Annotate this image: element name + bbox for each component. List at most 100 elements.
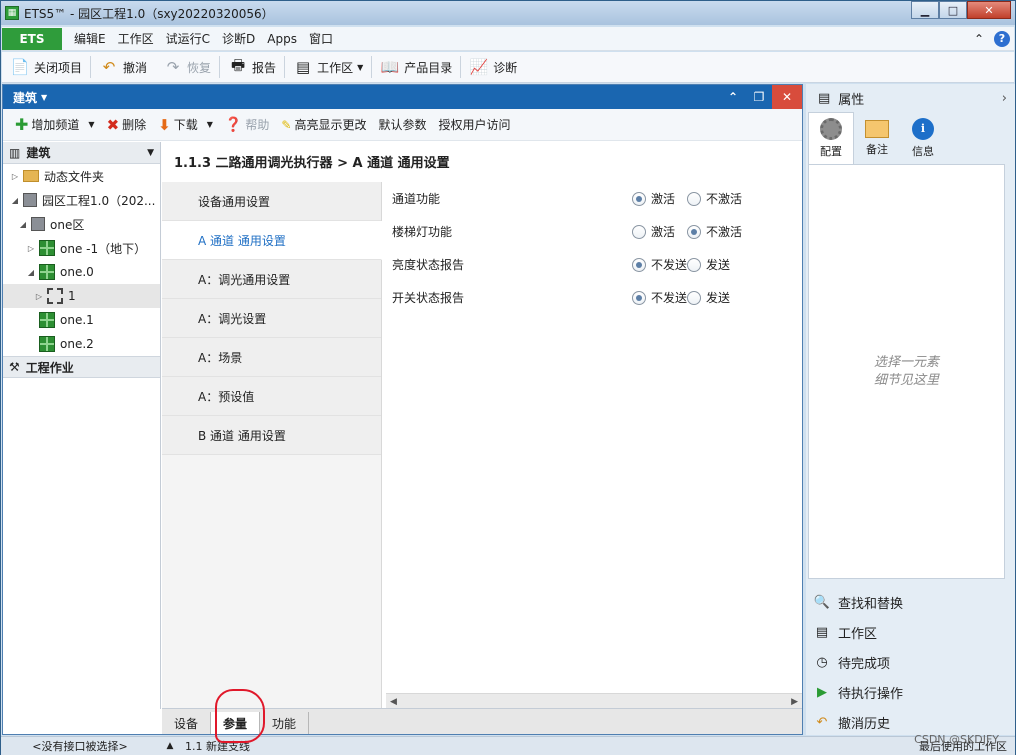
- workspace-link[interactable]: ▤ 工作区: [806, 617, 1015, 647]
- radio-dot[interactable]: [632, 191, 646, 206]
- redo-button[interactable]: ↷ 恢复: [155, 54, 219, 80]
- collapse-icon[interactable]: ◢: [17, 220, 29, 229]
- menu-window[interactable]: 窗口: [303, 30, 339, 47]
- todo-link[interactable]: ◷ 待完成项: [806, 647, 1015, 677]
- line-status[interactable]: 1.1 新建支线: [181, 738, 801, 754]
- radio-dot[interactable]: [687, 290, 701, 305]
- panel-title[interactable]: 建筑: [13, 89, 37, 106]
- radio-dot[interactable]: [632, 290, 646, 305]
- radio-dot[interactable]: [632, 257, 646, 272]
- section-a-scene[interactable]: A：场景: [162, 338, 381, 377]
- tree-item-floor-1[interactable]: one.1: [3, 308, 160, 332]
- find-replace-link[interactable]: 🔍 查找和替换: [806, 587, 1015, 617]
- expand-icon[interactable]: ▷: [25, 244, 37, 253]
- menu-edit[interactable]: 编辑E: [68, 30, 112, 47]
- section-a-dimming-general[interactable]: A：调光通用设置: [162, 260, 381, 299]
- tab-settings[interactable]: 配置: [808, 112, 854, 164]
- section-a-preset[interactable]: A：预设值: [162, 377, 381, 416]
- collapse-ribbon-icon[interactable]: ⌃: [974, 32, 984, 46]
- menu-diagnostics[interactable]: 诊断D: [216, 30, 261, 47]
- minimize-button[interactable]: ▁: [911, 1, 939, 19]
- radio-dot[interactable]: [687, 257, 701, 272]
- section-a-channel-general[interactable]: A 通道 通用设置: [162, 221, 382, 260]
- section-b-channel-general[interactable]: B 通道 通用设置: [162, 416, 381, 455]
- tab-comments[interactable]: 备注: [854, 112, 900, 164]
- status-expand-icon[interactable]: ▲: [159, 741, 181, 751]
- close-window-button[interactable]: ✕: [967, 1, 1011, 19]
- expand-icon[interactable]: ▷: [9, 172, 21, 181]
- radio-send[interactable]: 发送: [687, 256, 742, 273]
- scroll-right-icon[interactable]: ▶: [791, 697, 798, 707]
- project-tasks-header[interactable]: ⚒ 工程作业: [3, 356, 160, 378]
- undo-button[interactable]: ↶ 撤消: [91, 54, 155, 80]
- tree-dropdown-icon[interactable]: ▼: [147, 148, 154, 158]
- radio-deactivate[interactable]: 不激活: [687, 190, 742, 207]
- tab-parameters[interactable]: 参量: [211, 712, 261, 734]
- radio-deactivate[interactable]: 不激活: [687, 223, 742, 240]
- radio-no-send[interactable]: 不发送: [632, 289, 687, 306]
- dropdown-arrow-icon[interactable]: ▼: [207, 120, 213, 129]
- report-button[interactable]: 🖶 报告: [220, 54, 284, 80]
- radio-dot[interactable]: [687, 191, 701, 206]
- chevron-right-icon[interactable]: ›: [1002, 91, 1007, 106]
- diagnostics-button[interactable]: 📈 诊断: [461, 54, 525, 80]
- search-icon: 🔍: [813, 594, 831, 610]
- scroll-left-icon[interactable]: ◀: [390, 697, 397, 707]
- tree-item-dynamic-folders[interactable]: ▷ 动态文件夹: [3, 164, 160, 188]
- radio-dot[interactable]: [632, 224, 646, 239]
- status-bar: <没有接口被选择> ▲ 1.1 新建支线 最后使用的工作区: [1, 736, 1015, 755]
- menu-workspace[interactable]: 工作区: [112, 30, 160, 47]
- radio-no-send[interactable]: 不发送: [632, 256, 687, 273]
- project-tasks-label: 工程作业: [25, 360, 74, 375]
- help-icon[interactable]: ?: [994, 30, 1010, 47]
- pending-operations-link[interactable]: ▶ 待执行操作: [806, 677, 1015, 707]
- download-button[interactable]: ⬇ 下载 ▼: [152, 116, 219, 134]
- parameter-editor: 1.1.3 二路通用调光执行器 > A 通道 通用设置 设备通用设置 A 通道 …: [162, 142, 802, 709]
- radio-activate[interactable]: 激活: [632, 223, 687, 240]
- tree-item-project[interactable]: ◢ 园区工程1.0（202...: [3, 188, 160, 212]
- dropdown-arrow-icon[interactable]: ▼: [88, 120, 94, 129]
- panel-header: 建筑 ▼ ⌃ ❐ ✕: [3, 85, 802, 109]
- close-project-button[interactable]: 📄 关闭项目: [2, 54, 90, 80]
- default-params-button[interactable]: 默认参数: [372, 116, 432, 133]
- interface-status[interactable]: <没有接口被选择>: [1, 738, 159, 754]
- radio-activate[interactable]: 激活: [632, 190, 687, 207]
- tree-item-floor-basement[interactable]: ▷ one -1（地下）: [3, 236, 160, 260]
- menu-commissioning[interactable]: 试运行C: [160, 30, 216, 47]
- menu-apps[interactable]: Apps: [261, 32, 303, 46]
- radio-send[interactable]: 发送: [687, 289, 742, 306]
- placeholder-line: 细节见这里: [873, 372, 939, 388]
- panel-dropdown-icon[interactable]: ▼: [41, 93, 47, 102]
- tree-item-room-1[interactable]: ▷ 1: [3, 284, 160, 308]
- tab-information[interactable]: i 信息: [900, 112, 946, 164]
- highlight-changes-button[interactable]: ✎ 高亮显示更改: [275, 116, 372, 133]
- tree-item-zone[interactable]: ◢ one区: [3, 212, 160, 236]
- horizontal-scrollbar[interactable]: ◀ ▶: [386, 693, 802, 709]
- add-channel-button[interactable]: ✚ 增加频道 ▼: [9, 115, 101, 134]
- tab-functions[interactable]: 功能: [260, 712, 310, 734]
- room-icon: [47, 288, 63, 304]
- panel-float-icon[interactable]: ❐: [746, 85, 772, 109]
- tab-devices[interactable]: 设备: [162, 712, 212, 734]
- section-a-dimming-settings[interactable]: A：调光设置: [162, 299, 381, 338]
- tree-item-floor-0[interactable]: ◢ one.0: [3, 260, 160, 284]
- add-channel-label: 增加频道: [31, 118, 80, 132]
- catalog-button[interactable]: 📖 产品目录: [372, 54, 460, 80]
- help-button[interactable]: ❓ 帮助: [219, 116, 275, 133]
- workspace-icon: ▤: [295, 58, 311, 76]
- panel-close-icon[interactable]: ✕: [772, 85, 802, 109]
- tree-item-label: one.2: [60, 337, 94, 351]
- workspace-button[interactable]: ▤ 工作区 ▼: [285, 54, 371, 80]
- authorize-access-button[interactable]: 授权用户访问: [432, 116, 516, 133]
- tree-item-floor-2[interactable]: one.2: [3, 332, 160, 356]
- delete-button[interactable]: ✖ 删除: [101, 116, 153, 134]
- tree-header[interactable]: ▥ 建筑 ▼: [3, 142, 160, 164]
- maximize-button[interactable]: □: [939, 1, 967, 19]
- collapse-icon[interactable]: ◢: [25, 268, 37, 277]
- ets-menu-button[interactable]: ETS: [2, 27, 62, 50]
- expand-icon[interactable]: ▷: [33, 292, 45, 301]
- collapse-icon[interactable]: ◢: [9, 196, 21, 205]
- section-device-general[interactable]: 设备通用设置: [162, 182, 381, 221]
- panel-collapse-icon[interactable]: ⌃: [720, 85, 746, 109]
- radio-dot[interactable]: [687, 224, 701, 239]
